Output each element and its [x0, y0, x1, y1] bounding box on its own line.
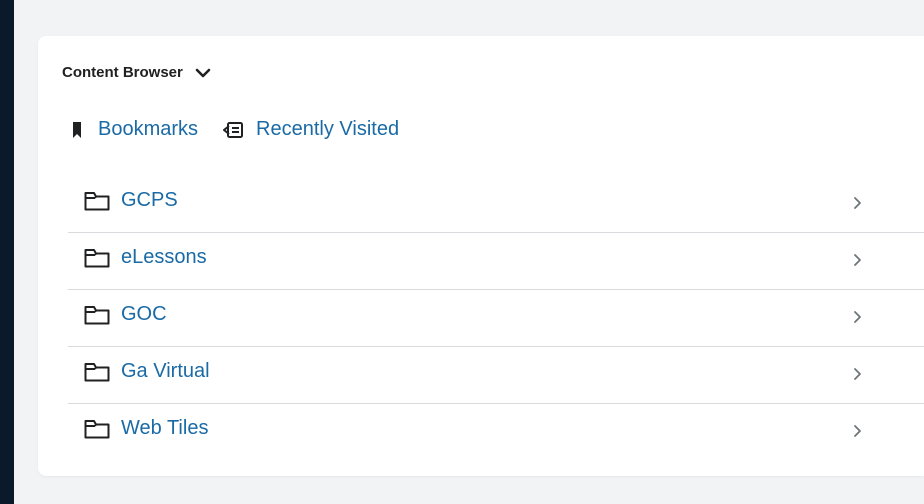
- folder-row-elessons[interactable]: eLessons: [68, 233, 924, 290]
- folder-icon: [84, 191, 110, 216]
- content-browser-title: Content Browser: [62, 64, 183, 81]
- folder-row-goc[interactable]: GOC: [68, 290, 924, 347]
- chevron-right-icon: [852, 424, 862, 443]
- chevron-right-icon: [852, 310, 862, 329]
- folder-icon: [84, 305, 110, 330]
- chevron-right-icon: [852, 367, 862, 386]
- folder-label: GCPS: [121, 189, 178, 211]
- recently-visited-icon: [222, 121, 244, 139]
- folder-icon: [84, 248, 110, 273]
- recently-visited-link[interactable]: Recently Visited: [222, 118, 399, 141]
- folder-label: eLessons: [121, 246, 207, 268]
- quick-links: Bookmarks Recently Visited: [72, 118, 399, 141]
- folder-list: GCPS eLessons GOC Ga Virtual Web Tiles: [68, 176, 924, 460]
- folder-row-ga-virtual[interactable]: Ga Virtual: [68, 347, 924, 404]
- recently-visited-label: Recently Visited: [256, 118, 400, 140]
- folder-icon: [84, 362, 110, 387]
- bookmarks-label: Bookmarks: [98, 118, 199, 140]
- content-browser-card: Content Browser Bookmarks Recently Visit…: [38, 36, 924, 476]
- folder-label: Web Tiles: [121, 417, 209, 439]
- folder-row-gcps[interactable]: GCPS: [68, 176, 924, 233]
- chevron-right-icon: [852, 253, 862, 272]
- folder-icon: [84, 419, 110, 444]
- chevron-down-icon: [195, 67, 211, 79]
- chevron-right-icon: [852, 196, 862, 215]
- content-browser-toggle[interactable]: Content Browser: [62, 64, 211, 81]
- folder-row-web-tiles[interactable]: Web Tiles: [68, 404, 924, 460]
- bookmarks-link[interactable]: Bookmarks: [72, 118, 198, 141]
- folder-label: Ga Virtual: [121, 360, 210, 382]
- folder-label: GOC: [121, 303, 167, 325]
- bookmark-icon: [72, 121, 82, 139]
